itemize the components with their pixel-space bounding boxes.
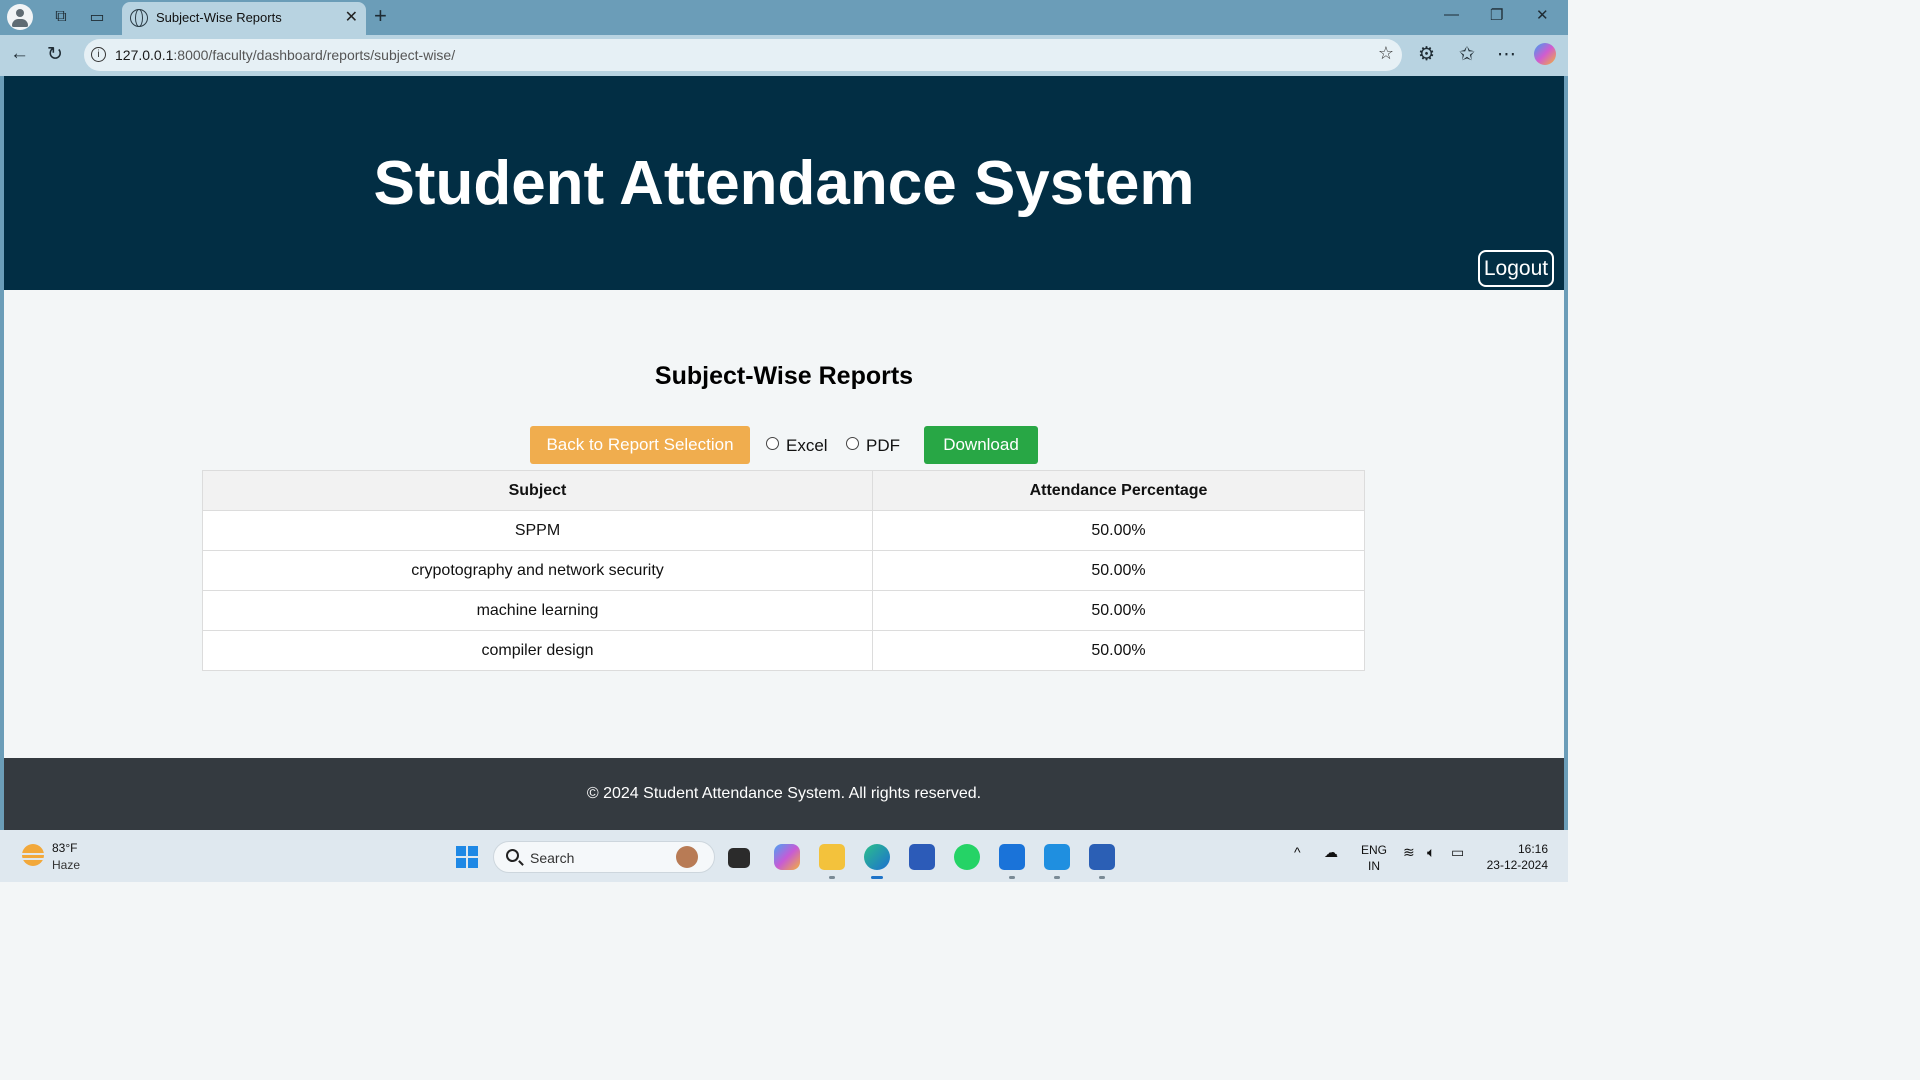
attendance-cell: 50.00% <box>872 590 1365 631</box>
battery-icon[interactable]: ▭ <box>1451 844 1464 861</box>
restore-icon[interactable]: ❐ <box>1490 6 1503 24</box>
word-icon[interactable] <box>1089 844 1115 870</box>
refresh-icon[interactable]: ↻ <box>47 43 63 66</box>
close-tab-icon[interactable]: ✕ <box>345 7 358 27</box>
tab-actions-icon[interactable]: ▭ <box>84 5 110 29</box>
globe-icon <box>130 9 148 27</box>
site-footer: © 2024 Student Attendance System. All ri… <box>4 758 1564 830</box>
site-info-icon[interactable]: i <box>91 47 106 62</box>
extensions-icon[interactable]: ⚙ <box>1418 43 1435 66</box>
vscode-icon[interactable] <box>1044 844 1070 870</box>
page: Student Attendance System Logout Subject… <box>4 76 1564 830</box>
wifi-icon[interactable]: ≋ <box>1403 844 1415 861</box>
favorite-star-icon[interactable]: ☆ <box>1378 43 1394 64</box>
tab-title: Subject-Wise Reports <box>156 10 282 25</box>
language-code: ENG <box>1361 843 1388 857</box>
subject-cell: compiler design <box>202 630 873 671</box>
edge-active-indicator <box>871 876 883 879</box>
site-header: Student Attendance System Logout <box>4 76 1564 290</box>
edge-browser-icon[interactable] <box>864 844 890 870</box>
url-text: 127.0.0.1:8000/faculty/dashboard/reports… <box>115 47 455 63</box>
report-controls: Back to Report Selection Excel PDF Downl… <box>530 426 1070 464</box>
more-menu-icon[interactable]: ⋯ <box>1497 43 1516 66</box>
attendance-cell: 50.00% <box>872 550 1365 591</box>
pdf-label: PDF <box>866 436 900 455</box>
table-header-row: Subject Attendance Percentage <box>202 470 1365 511</box>
word-running-indicator <box>1099 876 1105 879</box>
task-view-icon[interactable] <box>728 848 750 868</box>
region-code: IN <box>1368 859 1380 873</box>
weather-haze-icon[interactable] <box>20 844 46 866</box>
language-indicator[interactable]: ENG IN <box>1361 842 1387 874</box>
search-icon <box>506 849 519 862</box>
browser-tab-strip: ⧉ ▭ Subject-Wise Reports ✕ + — ❐ ✕ <box>0 0 1568 35</box>
profile-icon[interactable] <box>7 4 33 30</box>
page-title: Subject-Wise Reports <box>654 362 914 390</box>
onedrive-cloud-icon[interactable]: ☁ <box>1324 844 1338 861</box>
vscode-running-indicator <box>1054 876 1060 879</box>
search-placeholder: Search <box>530 850 575 866</box>
whatsapp-icon[interactable] <box>954 844 980 870</box>
attendance-cell: 50.00% <box>872 630 1365 671</box>
attendance-cell: 50.00% <box>872 510 1365 551</box>
back-icon[interactable]: ← <box>10 43 29 65</box>
browser-toolbar: ← ↻ i 127.0.0.1:8000/faculty/dashboard/r… <box>0 35 1568 76</box>
favorites-icon[interactable]: ✩ <box>1459 43 1475 66</box>
workspaces-icon[interactable]: ⧉ <box>48 5 74 29</box>
subject-cell: crypotography and network security <box>202 550 873 591</box>
start-windows-icon[interactable] <box>456 846 478 868</box>
show-hidden-icons-chevron-icon[interactable]: ^ <box>1294 844 1301 860</box>
copilot-icon[interactable] <box>1534 43 1556 65</box>
table-row: SPPM 50.00% <box>202 510 1365 551</box>
microsoft-store-icon[interactable] <box>909 844 935 870</box>
table-row: compiler design 50.00% <box>202 630 1365 671</box>
weather-temperature[interactable]: 83°F <box>52 841 77 855</box>
back-to-report-selection-button[interactable]: Back to Report Selection <box>530 426 750 464</box>
address-bar[interactable]: i 127.0.0.1:8000/faculty/dashboard/repor… <box>84 39 1402 71</box>
copilot-app-icon[interactable] <box>774 844 800 870</box>
pdf-radio[interactable] <box>846 437 859 450</box>
subject-cell: SPPM <box>202 510 873 551</box>
attendance-table: Subject Attendance Percentage SPPM 50.00… <box>202 470 1365 671</box>
url-path: :8000/faculty/dashboard/reports/subject-… <box>173 47 456 63</box>
file-explorer-icon[interactable] <box>819 844 845 870</box>
column-header-subject: Subject <box>202 470 873 511</box>
clock-date: 23-12-2024 <box>1486 858 1548 872</box>
search-highlight-icon <box>676 846 698 868</box>
excel-label: Excel <box>786 436 828 455</box>
download-button[interactable]: Download <box>924 426 1038 464</box>
volume-icon[interactable]: 🔈︎ <box>1427 844 1435 861</box>
app-circle-icon[interactable] <box>999 844 1025 870</box>
excel-radio[interactable] <box>766 437 779 450</box>
site-title: Student Attendance System <box>373 149 1195 218</box>
app-running-indicator <box>1009 876 1015 879</box>
window-border-right <box>1564 76 1568 830</box>
subject-cell: machine learning <box>202 590 873 631</box>
file-explorer-running-indicator <box>829 876 835 879</box>
close-window-icon[interactable]: ✕ <box>1536 6 1549 24</box>
taskbar-search-box[interactable]: Search <box>493 841 715 873</box>
clock-time: 16:16 <box>1517 842 1548 856</box>
logout-button[interactable]: Logout <box>1478 250 1554 287</box>
table-row: machine learning 50.00% <box>202 590 1365 631</box>
new-tab-icon[interactable]: + <box>374 3 387 29</box>
footer-copyright: © 2024 Student Attendance System. All ri… <box>586 785 982 802</box>
weather-description[interactable]: Haze <box>52 858 80 872</box>
browser-tab[interactable]: Subject-Wise Reports ✕ <box>122 2 366 35</box>
taskbar: 83°F Haze Search ^ ☁ ENG IN ≋ 🔈︎ ▭ 16:16… <box>0 830 1568 882</box>
minimize-icon[interactable]: — <box>1444 6 1459 23</box>
column-header-attendance: Attendance Percentage <box>872 470 1365 511</box>
url-host: 127.0.0.1 <box>115 47 174 63</box>
table-row: crypotography and network security 50.00… <box>202 550 1365 591</box>
system-clock[interactable]: 16:16 23-12-2024 <box>1487 841 1548 873</box>
